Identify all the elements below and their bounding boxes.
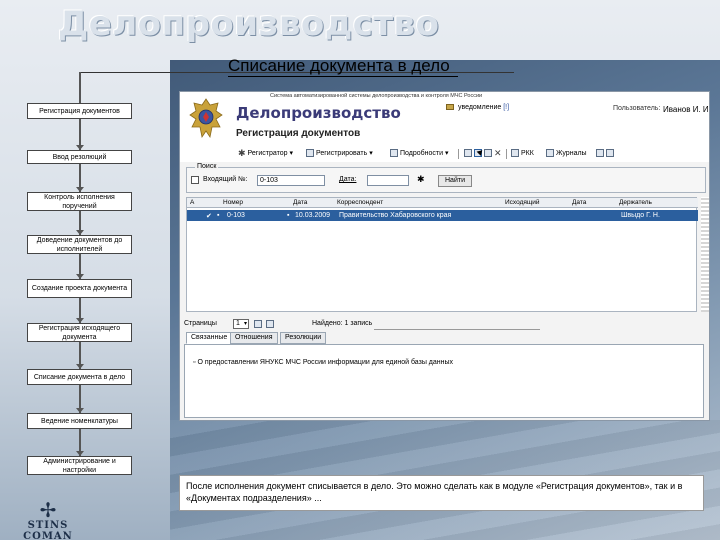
pager-divider	[374, 329, 540, 330]
slide-title: Списание документа в дело	[228, 56, 458, 77]
logo-text: STINS COMAN	[23, 520, 73, 540]
logo-mark-icon: ✢	[39, 498, 57, 522]
section-title: Делопроизводство	[58, 4, 440, 44]
registrar-label: Регистратор	[247, 149, 288, 157]
envelope-icon	[446, 104, 454, 111]
related-doc-icon: ▫	[193, 359, 196, 366]
registrar-icon: ✱	[238, 148, 246, 158]
tab-relations[interactable]: Отношения	[230, 332, 278, 344]
date-input[interactable]	[367, 175, 409, 186]
documents-grid: А Номер Дата Корреспондент Исходящий Дат…	[186, 197, 698, 312]
flow-step-delivery: Доведение документов до исполнителей	[27, 235, 132, 254]
col-header-outgoing[interactable]: Исходящий	[505, 199, 540, 206]
list-item[interactable]: ▫ О предоставлении ЯНУКС МЧС России инфо…	[193, 359, 453, 366]
col-header-a[interactable]: А	[190, 199, 194, 206]
found-count: Найдено: 1 запись	[312, 320, 373, 327]
col-header-holder[interactable]: Держатель	[619, 199, 652, 206]
flow-step-control: Контроль исполнения поручений	[27, 192, 132, 211]
flow-step-write-off: Списание документа в дело	[27, 369, 132, 385]
print-group	[596, 149, 614, 157]
rkk-label: РКК	[521, 149, 534, 157]
system-title: Система автоматизированной системы делоп…	[270, 93, 483, 99]
row-mark: ✔	[206, 212, 212, 220]
flow-step-registration: Регистрация документов	[27, 103, 132, 119]
emblem-icon	[189, 98, 223, 139]
row-number: 0-103	[227, 211, 245, 219]
notifications-label: уведомление	[457, 104, 502, 111]
module-title: Регистрация документов	[236, 128, 361, 139]
page-select[interactable]: 1 ▾	[233, 319, 249, 329]
close-x-icon[interactable]: ✕	[494, 149, 502, 158]
grid-scrollbar[interactable]	[701, 197, 709, 312]
toolbar: ✱ Регистратор ▾ Регистрировать ▾ Подробн…	[180, 146, 709, 162]
chevron-down-icon: ▾	[243, 321, 247, 327]
row-doc-icon: ▪	[217, 211, 220, 219]
slide-caption: После исполнения документ списывается в …	[179, 475, 704, 511]
grid-header: А Номер Дата Корреспондент Исходящий Дат…	[187, 198, 698, 208]
dropdown-arrow-icon: ▾	[289, 150, 294, 157]
row-correspondent: Правительство Хабаровского края	[339, 211, 452, 219]
flow-step-resolutions: Ввод резолюций	[27, 150, 132, 164]
col-header-out-date[interactable]: Дата	[572, 199, 586, 206]
incoming-checkbox[interactable]	[191, 176, 199, 184]
user-label: Пользователь:	[613, 105, 661, 112]
row-date: 10.03.2009	[295, 211, 331, 219]
dropdown-arrow-icon: ▾	[445, 150, 449, 157]
incoming-number-input[interactable]: 0-103	[257, 175, 325, 186]
rkk-button[interactable]: РКК	[511, 149, 534, 157]
notifications-count: [!]	[503, 104, 510, 111]
clear-icon[interactable]: ✱	[417, 174, 425, 185]
user-name: Иванов И. И.	[663, 105, 710, 114]
details-label: Подробности	[400, 149, 444, 157]
print-icon[interactable]	[596, 149, 604, 157]
register-doc-button[interactable]: Регистрировать ▾	[306, 149, 373, 157]
flow-step-outgoing: Регистрация исходящего документа	[27, 323, 132, 342]
details-icon	[390, 149, 398, 157]
tab-body: ▫ О предоставлении ЯНУКС МЧС России инфо…	[184, 344, 704, 418]
details-button[interactable]: Подробности ▾	[390, 149, 449, 157]
toolbar-separator	[458, 149, 459, 159]
search-legend: Поиск	[195, 163, 219, 170]
flow-step-nomenclature: Ведение номенклатуры	[27, 413, 132, 429]
row-holder: Швыдо Г. Н.	[621, 211, 660, 219]
prev-page-button[interactable]	[254, 320, 262, 328]
app-header: Система автоматизированной системы делоп…	[180, 92, 710, 152]
rkk-icon	[511, 149, 519, 157]
next-page-button[interactable]	[266, 320, 274, 328]
pager: Страницы 1 ▾ Найдено: 1 запись	[184, 319, 704, 331]
write-off-icon[interactable]	[464, 149, 472, 157]
pages-label: Страницы	[184, 320, 217, 327]
col-header-date[interactable]: Дата	[293, 199, 307, 206]
notifications-link[interactable]: уведомление [!]	[446, 104, 509, 111]
flow-step-admin: Администрирование и настройки	[27, 456, 132, 475]
related-doc-title: О предоставлении ЯНУКС МЧС России информ…	[197, 359, 454, 366]
tab-related[interactable]: Связанные	[186, 332, 233, 344]
dropdown-arrow-icon: ▾	[369, 150, 373, 157]
app-window: Система автоматизированной системы делоп…	[179, 91, 710, 421]
document-icon	[306, 149, 314, 157]
row-doc-icon: ▪	[287, 211, 290, 219]
find-button[interactable]: Найти	[438, 175, 472, 187]
journals-label: Журналы	[556, 149, 587, 157]
col-header-number[interactable]: Номер	[223, 199, 243, 206]
date-label: Дата:	[339, 176, 357, 183]
toolbar-separator	[506, 149, 507, 159]
flow-step-draft: Создание проекта документа	[27, 279, 132, 298]
incoming-label: Входящий №:	[203, 176, 248, 183]
tab-resolutions[interactable]: Резолюции	[280, 332, 327, 344]
table-row[interactable]: ✔ ▪ 0-103 ▪ 10.03.2009 Правительство Хаб…	[187, 210, 698, 221]
search-panel: Поиск Входящий №: 0-103 Дата: ✱ Найти	[186, 163, 706, 193]
page-value: 1	[236, 320, 240, 327]
journals-button[interactable]: Журналы	[546, 149, 587, 157]
register-doc-label: Регистрировать	[316, 149, 368, 157]
registrar-button[interactable]: ✱ Регистратор ▾	[238, 148, 294, 158]
company-logo: ✢ STINS COMAN	[8, 500, 88, 540]
export-icon[interactable]	[606, 149, 614, 157]
journals-icon	[546, 149, 554, 157]
app-name: Делопроизводство	[236, 104, 401, 122]
copy-icon[interactable]	[484, 149, 492, 157]
col-header-correspondent[interactable]: Корреспондент	[337, 199, 383, 206]
